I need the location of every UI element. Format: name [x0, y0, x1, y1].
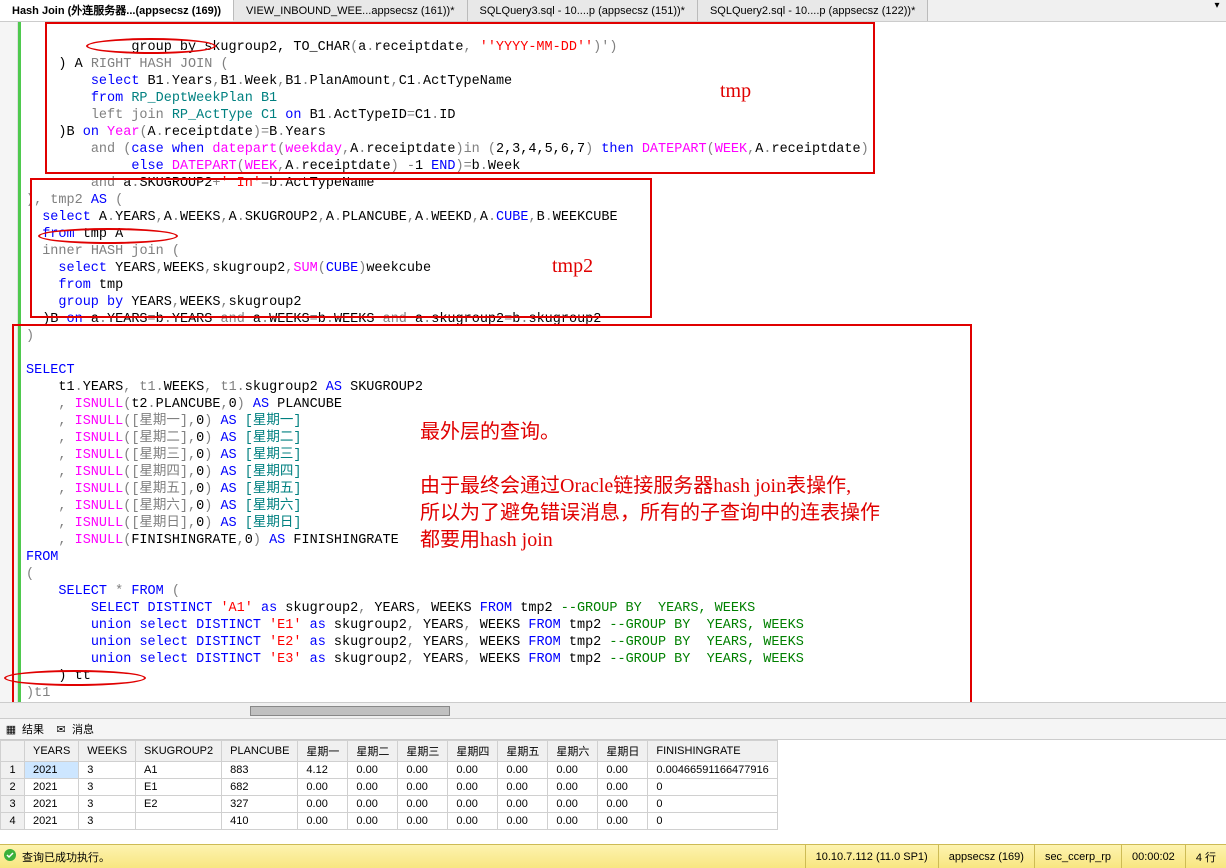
change-indicator	[18, 22, 21, 718]
status-message: 查询已成功执行。	[20, 849, 805, 865]
code-area[interactable]: group by skugroup2, TO_CHAR(a.receiptdat…	[22, 22, 1226, 702]
status-user: appsecsz (169)	[938, 845, 1034, 868]
table-row[interactable]: 120213A18834.120.000.000.000.000.000.000…	[1, 762, 778, 779]
status-database: sec_ccerp_rp	[1034, 845, 1121, 868]
editor-tabs: Hash Join (外连服务器...(appsecsz (169)) VIEW…	[0, 0, 1226, 22]
results-grid[interactable]: YEARSWEEKSSKUGROUP2PLANCUBE 星期一星期二星期三星期四…	[0, 740, 1226, 844]
tab-sqlquery2[interactable]: SQLQuery2.sql - 10....p (appsecsz (122))…	[698, 0, 928, 21]
results-tab[interactable]: ▦ 结果	[4, 721, 44, 737]
results-tab-bar: ▦ 结果 ✉ 消息	[0, 718, 1226, 740]
messages-tab[interactable]: ✉ 消息	[54, 721, 94, 737]
status-server: 10.10.7.112 (11.0 SP1)	[805, 845, 938, 868]
table-row[interactable]: 4202134100.000.000.000.000.000.000.000	[1, 813, 778, 830]
results-header-row: YEARSWEEKSSKUGROUP2PLANCUBE 星期一星期二星期三星期四…	[1, 741, 778, 762]
table-row[interactable]: 220213E16820.000.000.000.000.000.000.000	[1, 779, 778, 796]
horizontal-scrollbar[interactable]	[0, 702, 1226, 718]
tab-overflow-icon[interactable]: ▾	[1208, 0, 1226, 21]
tab-hashjoin[interactable]: Hash Join (外连服务器...(appsecsz (169))	[0, 0, 234, 21]
tab-view-inbound[interactable]: VIEW_INBOUND_WEE...appsecsz (161))*	[234, 0, 467, 21]
tab-sqlquery3[interactable]: SQLQuery3.sql - 10....p (appsecsz (151))…	[468, 0, 698, 21]
grid-icon: ▦	[4, 722, 18, 736]
status-time: 00:00:02	[1121, 845, 1185, 868]
success-icon	[0, 848, 20, 865]
messages-icon: ✉	[54, 722, 68, 736]
editor-gutter	[0, 22, 18, 718]
status-rows: 4 行	[1185, 845, 1226, 868]
status-bar: 查询已成功执行。 10.10.7.112 (11.0 SP1) appsecsz…	[0, 844, 1226, 868]
table-row[interactable]: 320213E23270.000.000.000.000.000.000.000	[1, 796, 778, 813]
sql-editor[interactable]: group by skugroup2, TO_CHAR(a.receiptdat…	[0, 22, 1226, 718]
